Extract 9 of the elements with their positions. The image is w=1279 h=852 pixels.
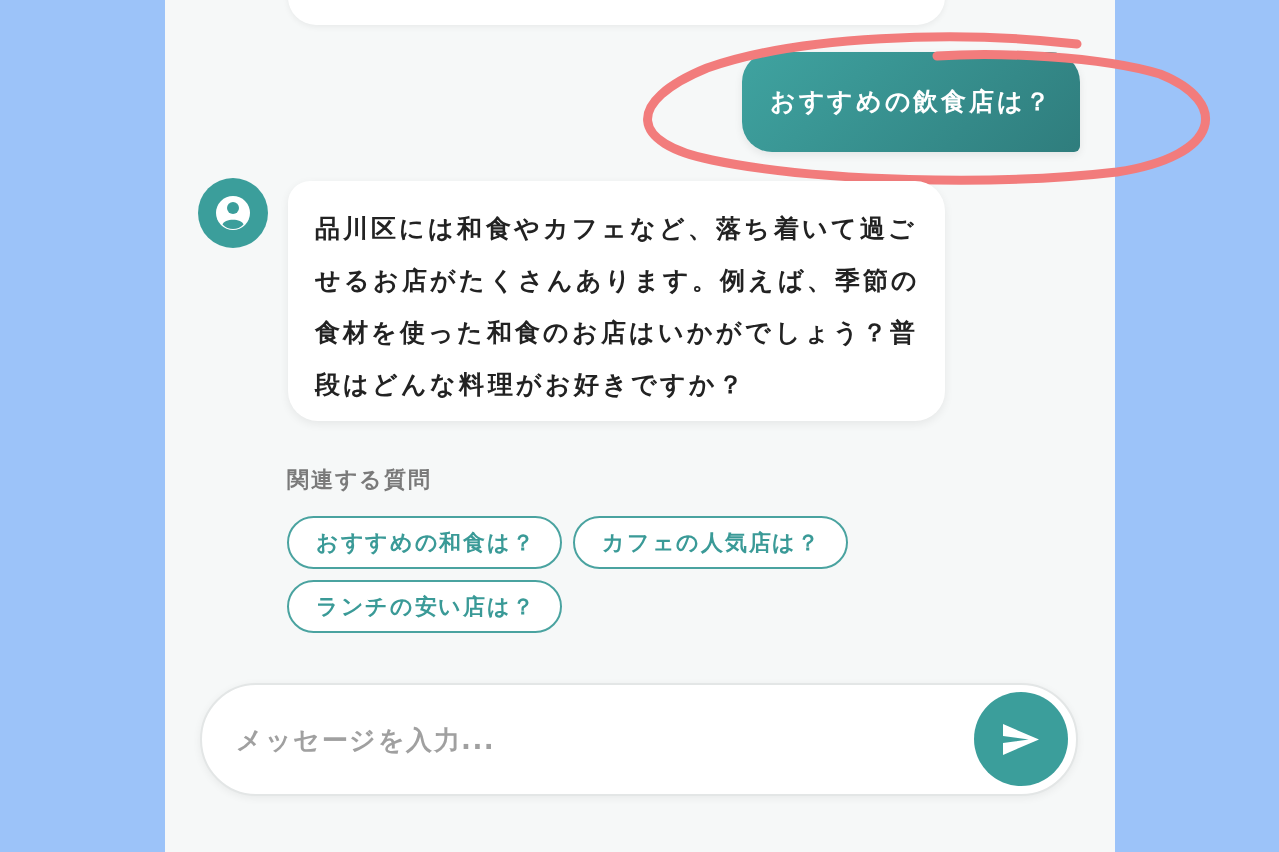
user-message-bubble: おすすめの飲食店は？ bbox=[742, 52, 1080, 152]
suggestion-chip[interactable]: カフェの人気店は？ bbox=[573, 516, 848, 569]
suggestion-chip[interactable]: おすすめの和食は？ bbox=[287, 516, 563, 569]
send-icon bbox=[1003, 723, 1039, 755]
bot-message-bubble: 品川区には和食やカフェなど、落ち着いて過ごせるお店がたくさんあります。例えば、季節の食材を使った和食のお店はいかがでしょう？普段はどんな料理がお好きですか？ bbox=[288, 181, 945, 421]
avatar-icon bbox=[198, 178, 268, 248]
suggestion-chip[interactable]: ランチの安い店は？ bbox=[287, 580, 563, 633]
related-questions-label: 関連する質問 bbox=[287, 467, 432, 493]
message-input[interactable]: メッセージを入力... bbox=[200, 683, 1078, 796]
